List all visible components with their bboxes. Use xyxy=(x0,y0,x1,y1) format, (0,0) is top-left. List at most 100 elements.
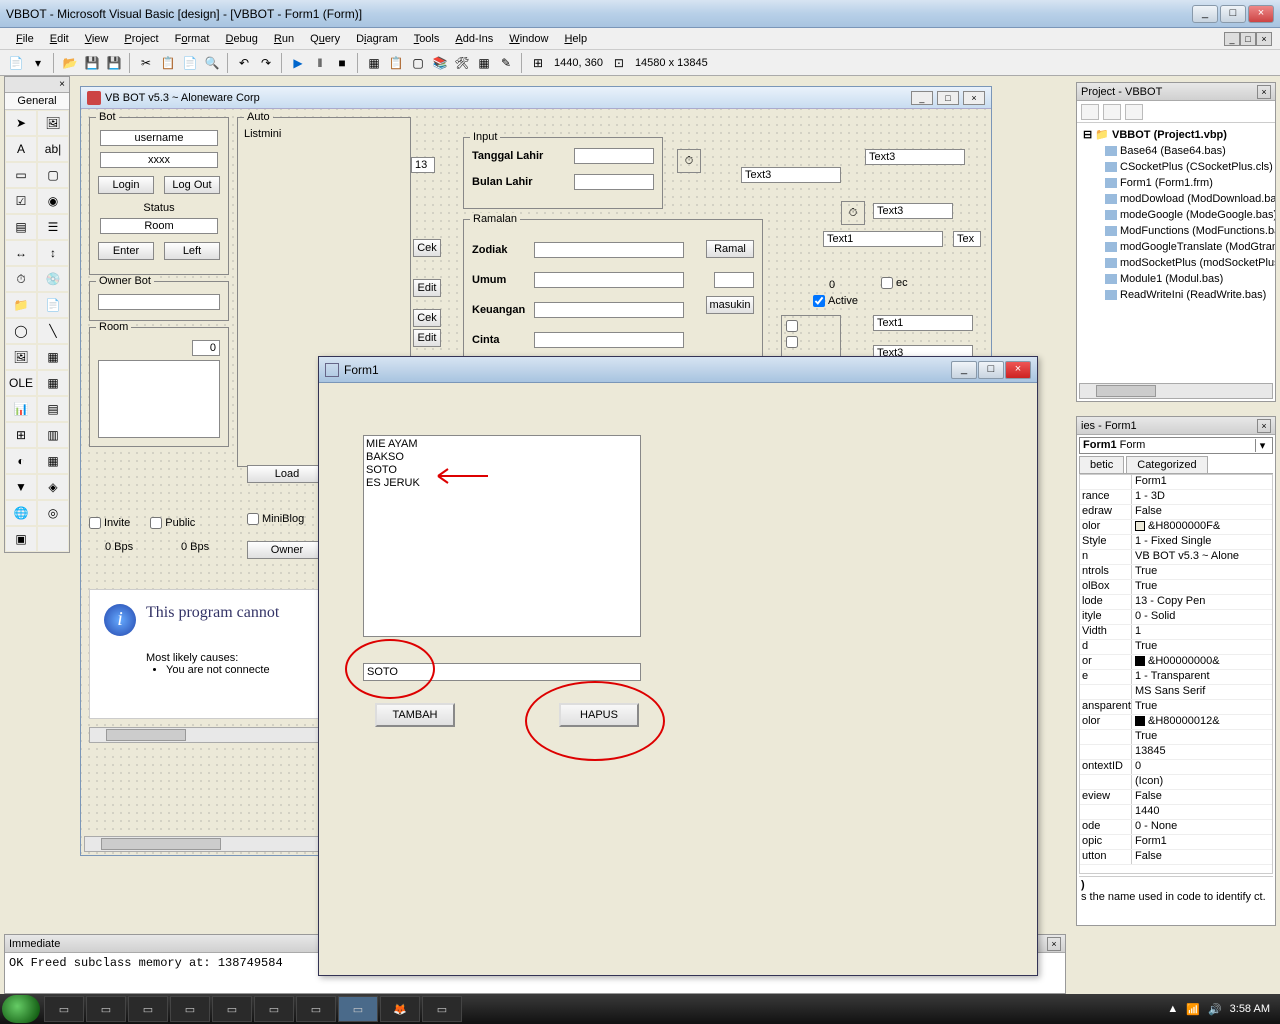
miniblog-checkbox[interactable]: MiniBlog xyxy=(247,513,304,525)
tool-icon-5[interactable]: ▥ xyxy=(37,422,69,448)
drivelist-tool-icon[interactable]: 💿 xyxy=(37,266,69,292)
child-maximize-button[interactable]: □ xyxy=(937,91,959,105)
project-item[interactable]: modDowload (ModDownload.bas xyxy=(1120,193,1275,205)
dirlist-tool-icon[interactable]: 📁 xyxy=(5,292,37,318)
properties-icon[interactable]: 📋 xyxy=(386,53,406,73)
properties-object-combo[interactable]: Form1 Form▾ xyxy=(1079,437,1273,454)
project-item[interactable]: ModFunctions (ModFunctions.ba xyxy=(1120,225,1275,237)
hapus-button[interactable]: HAPUS xyxy=(559,703,639,727)
data-view-icon[interactable]: ▦ xyxy=(474,53,494,73)
properties-tab-alphabetic[interactable]: betic xyxy=(1079,456,1124,473)
mdi-minimize-button[interactable]: _ xyxy=(1224,32,1240,46)
pointer-tool-icon[interactable]: ➤ xyxy=(5,110,37,136)
keuangan-input[interactable] xyxy=(534,302,684,318)
ramal-button[interactable]: Ramal xyxy=(706,240,754,258)
tray-clock[interactable]: 3:58 AM xyxy=(1230,1003,1270,1015)
edit-button-2[interactable]: Edit xyxy=(413,329,441,347)
component-icon[interactable]: ✎ xyxy=(496,53,516,73)
run-icon[interactable]: ▶ xyxy=(288,53,308,73)
list-item[interactable]: MIE AYAM xyxy=(366,438,638,451)
text3-input-3[interactable]: Text3 xyxy=(873,203,953,219)
masukin-button[interactable]: masukin xyxy=(706,296,754,314)
paste-icon[interactable]: 📄 xyxy=(180,53,200,73)
properties-close-button[interactable]: × xyxy=(1257,419,1271,433)
username-input[interactable]: username xyxy=(100,130,218,146)
umum-input[interactable] xyxy=(534,272,684,288)
tool-icon[interactable]: ▦ xyxy=(37,370,69,396)
form1-close-button[interactable]: × xyxy=(1005,361,1031,379)
small-checkbox-2[interactable] xyxy=(786,336,798,348)
timer-icon-1[interactable]: ⏱ xyxy=(677,149,701,173)
taskbar-item[interactable]: ▭ xyxy=(296,996,336,1022)
project-hscroll[interactable] xyxy=(1079,383,1273,399)
menu-format[interactable]: Format xyxy=(167,31,218,47)
form1-textbox[interactable]: SOTO xyxy=(363,663,641,681)
redo-icon[interactable]: ↷ xyxy=(256,53,276,73)
checkbox-tool-icon[interactable]: ☑ xyxy=(5,188,37,214)
properties-grid[interactable]: Form1rance1 - 3DedrawFalseolor&H8000000F… xyxy=(1079,474,1273,874)
child-minimize-button[interactable]: _ xyxy=(911,91,933,105)
left-button[interactable]: Left xyxy=(164,242,220,260)
mdi-close-button[interactable]: × xyxy=(1256,32,1272,46)
load-button[interactable]: Load xyxy=(247,465,327,483)
menu-debug[interactable]: Debug xyxy=(217,31,265,47)
bot-groupbox[interactable]: Bot username xxxx Login Log Out Status R… xyxy=(89,117,229,275)
public-checkbox[interactable]: Public xyxy=(150,517,195,529)
taskbar-item[interactable]: ▭ xyxy=(128,996,168,1022)
tool-icon-6[interactable]: ◐ xyxy=(5,448,37,474)
project-item[interactable]: modGoogleTranslate (ModGtrans xyxy=(1120,241,1275,253)
maximize-button[interactable]: □ xyxy=(1220,5,1246,23)
ec-checkbox[interactable]: ec xyxy=(881,277,908,289)
project-panel-close-button[interactable]: × xyxy=(1257,85,1271,99)
edit-button-1[interactable]: Edit xyxy=(413,279,441,297)
combobox-tool-icon[interactable]: ▤ xyxy=(5,214,37,240)
tool-icon-10[interactable]: 🌐 xyxy=(5,500,37,526)
tool-icon-7[interactable]: ▦ xyxy=(37,448,69,474)
picturebox-tool-icon[interactable]: 🖼 xyxy=(37,110,69,136)
input-groupbox[interactable]: Input Tanggal Lahir Bulan Lahir xyxy=(463,137,663,209)
project-root[interactable]: VBBOT (Project1.vbp) xyxy=(1112,129,1227,141)
zodiak-input[interactable] xyxy=(534,242,684,258)
properties-tab-categorized[interactable]: Categorized xyxy=(1126,456,1207,473)
start-button[interactable] xyxy=(2,995,40,1023)
toggle-folders-icon[interactable] xyxy=(1125,104,1143,120)
commandbutton-tool-icon[interactable]: ▢ xyxy=(37,162,69,188)
image-tool-icon[interactable]: 🖼 xyxy=(5,344,37,370)
toolbox-close-icon[interactable]: × xyxy=(59,79,65,90)
vscroll-tool-icon[interactable]: ↕ xyxy=(37,240,69,266)
textbox-tool-icon[interactable]: ab| xyxy=(37,136,69,162)
tool-icon-9[interactable]: ◈ xyxy=(37,474,69,500)
form-layout-icon[interactable]: ▢ xyxy=(408,53,428,73)
copy-icon[interactable]: 📋 xyxy=(158,53,178,73)
project-item[interactable]: Module1 (Modul.bas) xyxy=(1120,273,1223,285)
menu-query[interactable]: Query xyxy=(302,31,348,47)
tambah-button[interactable]: TAMBAH xyxy=(375,703,455,727)
room-count[interactable]: 0 xyxy=(192,340,220,356)
child-close-button[interactable]: × xyxy=(963,91,985,105)
project-item[interactable]: Form1 (Form1.frm) xyxy=(1120,177,1213,189)
login-button[interactable]: Login xyxy=(98,176,154,194)
label-tool-icon[interactable]: A xyxy=(5,136,37,162)
owner-button[interactable]: Owner xyxy=(247,541,327,559)
stop-icon[interactable]: ■ xyxy=(332,53,352,73)
tanggal-input[interactable] xyxy=(574,148,654,164)
project-item[interactable]: ReadWriteIni (ReadWrite.bas) xyxy=(1120,289,1266,301)
taskbar-item[interactable]: ▭ xyxy=(44,996,84,1022)
form1-maximize-button[interactable]: □ xyxy=(978,361,1004,379)
taskbar-item-vb[interactable]: ▭ xyxy=(338,996,378,1022)
tray-flag-icon[interactable]: ▲ xyxy=(1167,1003,1178,1015)
taskbar-item[interactable]: ▭ xyxy=(422,996,462,1022)
close-button[interactable]: × xyxy=(1248,5,1274,23)
project-item[interactable]: Base64 (Base64.bas) xyxy=(1120,145,1226,157)
hscroll-tool-icon[interactable]: ↔ xyxy=(5,240,37,266)
addform-icon[interactable]: ▾ xyxy=(28,53,48,73)
menu-project[interactable]: Project xyxy=(116,31,166,47)
project-item[interactable]: modeGoogle (ModeGoogle.bas) xyxy=(1120,209,1275,221)
menu-run[interactable]: Run xyxy=(266,31,302,47)
line-tool-icon[interactable]: ╲ xyxy=(37,318,69,344)
umum-input-2[interactable] xyxy=(714,272,754,288)
optionbutton-tool-icon[interactable]: ◉ xyxy=(37,188,69,214)
toolbox-icon[interactable]: 🛠 xyxy=(452,53,472,73)
menu-file[interactable]: File xyxy=(8,31,42,47)
tool-icon-13[interactable] xyxy=(37,526,69,552)
